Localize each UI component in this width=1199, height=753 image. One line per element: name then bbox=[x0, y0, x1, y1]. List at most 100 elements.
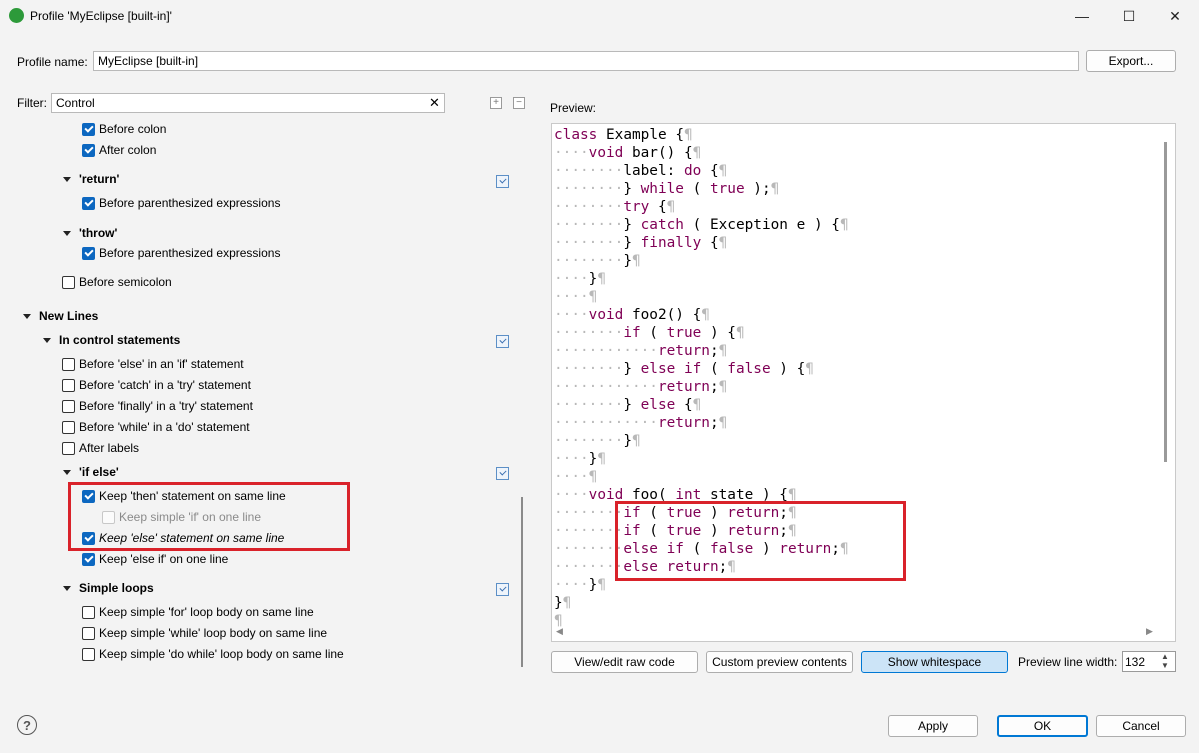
option-keep-do-while[interactable]: Keep simple 'do while' loop body on same… bbox=[82, 647, 344, 661]
checkbox[interactable] bbox=[62, 357, 75, 371]
checkbox[interactable] bbox=[82, 143, 95, 157]
checkbox[interactable] bbox=[82, 605, 95, 619]
group-label: New Lines bbox=[39, 309, 99, 323]
checkbox[interactable] bbox=[62, 399, 75, 413]
group-throw[interactable]: 'throw' bbox=[63, 226, 117, 240]
chevron-down-icon[interactable] bbox=[63, 469, 71, 475]
chevron-down-icon[interactable] bbox=[63, 176, 71, 182]
group-return[interactable]: 'return' bbox=[63, 172, 119, 186]
select-all-icon[interactable] bbox=[496, 175, 509, 188]
option-before-while[interactable]: Before 'while' in a 'do' statement bbox=[62, 420, 250, 434]
help-icon[interactable]: ? bbox=[17, 715, 37, 735]
filter-input[interactable]: Control bbox=[51, 93, 445, 113]
checkbox[interactable] bbox=[82, 647, 95, 661]
option-keep-else-if[interactable]: Keep 'else if' on one line bbox=[82, 552, 228, 566]
profile-name-input[interactable]: MyEclipse [built-in] bbox=[93, 51, 1079, 71]
option-label: Keep simple 'while' loop body on same li… bbox=[99, 626, 328, 640]
filter-label: Filter: bbox=[17, 96, 47, 110]
profile-name-label: Profile name: bbox=[17, 55, 88, 69]
group-label: 'throw' bbox=[79, 226, 118, 240]
scroll-left-icon[interactable]: ◀ bbox=[556, 626, 563, 637]
highlight-box bbox=[615, 501, 906, 581]
group-if-else[interactable]: 'if else' bbox=[63, 465, 119, 479]
maximize-button[interactable]: ☐ bbox=[1106, 0, 1152, 32]
option-label: Before semicolon bbox=[79, 275, 172, 289]
select-all-icon[interactable] bbox=[496, 467, 509, 480]
code-line: ········} else if ( false ) {¶ bbox=[554, 361, 814, 377]
group-label: 'if else' bbox=[79, 465, 119, 479]
custom-preview-button[interactable]: Custom preview contents bbox=[706, 651, 853, 673]
chevron-down-icon[interactable] bbox=[63, 585, 71, 591]
myeclipse-app-icon bbox=[9, 8, 24, 23]
chevron-down-icon[interactable] bbox=[43, 337, 51, 343]
chevron-down-icon[interactable] bbox=[63, 230, 71, 236]
apply-button[interactable]: Apply bbox=[888, 715, 978, 737]
checkbox[interactable] bbox=[62, 441, 75, 455]
option-throw-before-paren[interactable]: Before parenthesized expressions bbox=[82, 246, 280, 260]
option-label: Before 'finally' in a 'try' statement bbox=[79, 399, 253, 413]
option-label: Keep simple 'do while' loop body on same… bbox=[99, 647, 344, 661]
code-line: ········} else {¶ bbox=[554, 397, 702, 413]
tree-scrollbar[interactable] bbox=[521, 497, 523, 667]
group-label: In control statements bbox=[59, 333, 181, 347]
group-label: Simple loops bbox=[79, 581, 154, 595]
code-line: ····void bar() {¶ bbox=[554, 145, 702, 161]
expand-all-icon[interactable]: + bbox=[490, 97, 502, 109]
code-line: ····}¶ bbox=[554, 271, 606, 287]
checkbox[interactable] bbox=[82, 196, 95, 210]
option-keep-for[interactable]: Keep simple 'for' loop body on same line bbox=[82, 605, 314, 619]
code-line: ········label: do {¶ bbox=[554, 163, 728, 179]
close-button[interactable]: ✕ bbox=[1152, 0, 1198, 32]
option-before-finally[interactable]: Before 'finally' in a 'try' statement bbox=[62, 399, 253, 413]
checkbox[interactable] bbox=[82, 246, 95, 260]
show-whitespace-toggle[interactable]: Show whitespace bbox=[861, 651, 1008, 673]
code-line: ¶ bbox=[554, 613, 563, 629]
minimize-button[interactable]: — bbox=[1059, 0, 1105, 32]
option-after-labels[interactable]: After labels bbox=[62, 441, 139, 455]
group-in-control-statements[interactable]: In control statements bbox=[43, 333, 180, 347]
option-label: Keep simple 'for' loop body on same line bbox=[99, 605, 314, 619]
preview-line-width-label: Preview line width: bbox=[1018, 655, 1118, 669]
group-new-lines[interactable]: New Lines bbox=[23, 309, 98, 323]
group-label: 'return' bbox=[79, 172, 120, 186]
option-return-before-paren[interactable]: Before parenthesized expressions bbox=[82, 196, 280, 210]
option-before-else[interactable]: Before 'else' in an 'if' statement bbox=[62, 357, 244, 371]
view-raw-code-button[interactable]: View/edit raw code bbox=[551, 651, 698, 673]
checkbox[interactable] bbox=[62, 275, 75, 289]
preview-vertical-scrollbar[interactable] bbox=[1164, 142, 1167, 462]
checkbox[interactable] bbox=[62, 420, 75, 434]
code-line: }¶ bbox=[554, 595, 572, 611]
export-button[interactable]: Export... bbox=[1086, 50, 1176, 72]
checkbox[interactable] bbox=[62, 378, 75, 392]
option-label: Before 'while' in a 'do' statement bbox=[79, 420, 250, 434]
option-label: Before 'catch' in a 'try' statement bbox=[79, 378, 251, 392]
scroll-right-icon[interactable]: ▶ bbox=[1146, 626, 1153, 637]
code-line: ········} catch ( Exception e ) {¶ bbox=[554, 217, 849, 233]
code-line: ············return;¶ bbox=[554, 415, 728, 431]
stepper-arrows-icon[interactable]: ▲ ▼ bbox=[1161, 652, 1169, 670]
code-line: ············return;¶ bbox=[554, 343, 728, 359]
option-after-colon[interactable]: After colon bbox=[82, 143, 156, 157]
option-before-colon[interactable]: Before colon bbox=[82, 122, 166, 136]
group-simple-loops[interactable]: Simple loops bbox=[63, 581, 154, 595]
option-label: Keep 'else if' on one line bbox=[99, 552, 229, 566]
clear-filter-icon[interactable]: ✕ bbox=[429, 95, 440, 111]
code-line: ········} while ( true );¶ bbox=[554, 181, 780, 197]
select-all-icon[interactable] bbox=[496, 583, 509, 596]
checkbox[interactable] bbox=[82, 122, 95, 136]
collapse-all-icon[interactable]: − bbox=[513, 97, 525, 109]
cancel-button[interactable]: Cancel bbox=[1096, 715, 1186, 737]
option-before-catch[interactable]: Before 'catch' in a 'try' statement bbox=[62, 378, 251, 392]
code-line: ········}¶ bbox=[554, 253, 641, 269]
option-label: Before 'else' in an 'if' statement bbox=[79, 357, 244, 371]
option-before-semicolon[interactable]: Before semicolon bbox=[62, 275, 172, 289]
chevron-down-icon[interactable] bbox=[23, 313, 31, 319]
code-line: ····¶ bbox=[554, 469, 598, 485]
ok-button[interactable]: OK bbox=[997, 715, 1088, 737]
checkbox[interactable] bbox=[82, 552, 95, 566]
select-all-icon[interactable] bbox=[496, 335, 509, 348]
checkbox[interactable] bbox=[82, 626, 95, 640]
code-line: ········}¶ bbox=[554, 433, 641, 449]
option-keep-while[interactable]: Keep simple 'while' loop body on same li… bbox=[82, 626, 327, 640]
code-line: ····void foo2() {¶ bbox=[554, 307, 710, 323]
